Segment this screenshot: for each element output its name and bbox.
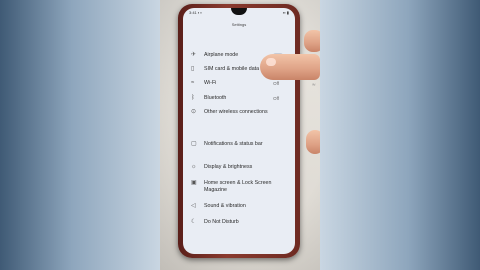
sim-card-icon: ▯ (191, 66, 195, 72)
settings-item-label: Other wireless connections (204, 109, 268, 115)
page-title: Settings (231, 22, 247, 27)
brightness-icon: ☼ (191, 164, 197, 170)
fingernail (266, 58, 276, 66)
status-time: 3:41 ▪ ▪ (189, 10, 202, 15)
wireless-icon: ⊙ (191, 109, 197, 115)
hand-finger-top (304, 30, 320, 52)
sound-icon: ◁ (191, 203, 196, 209)
bluetooth-status: Off (273, 96, 279, 101)
settings-item-label: Bluetooth (204, 95, 227, 101)
smartphone: 3:41 ▪ ▪ ▪▪ ▮ Settings ✈ Airplane mode ▯… (178, 4, 300, 258)
settings-item-label: Display & brightness (204, 164, 253, 170)
bluetooth-icon: ᛒ (191, 95, 195, 101)
paper-writing: ≈ (311, 82, 316, 88)
blurred-right-background (320, 0, 480, 270)
hand-finger-bottom (306, 130, 320, 154)
settings-item-label: Sound & vibration (204, 203, 246, 209)
settings-item-label: Do Not Disturb (204, 219, 239, 225)
settings-item-label: Wi-Fi (204, 80, 217, 86)
wifi-status: Off (273, 81, 279, 86)
settings-item-label: Home screen & Lock Screen Magazine (204, 180, 272, 193)
status-icons: ▪▪ ▮ (282, 10, 289, 15)
wifi-icon: ≈ (191, 80, 195, 86)
notification-icon: ▢ (191, 141, 197, 147)
phone-screen: 3:41 ▪ ▪ ▪▪ ▮ Settings ✈ Airplane mode ▯… (183, 8, 295, 254)
moon-icon: ☾ (191, 219, 197, 225)
home-screen-icon: ▣ (191, 180, 197, 186)
photo-scene: ≈ 3:41 ▪ ▪ ▪▪ ▮ Settings ✈ Airplane mode… (160, 0, 320, 270)
blurred-left-background (0, 0, 160, 270)
settings-item-label: Notifications & status bar (204, 141, 263, 147)
status-bar: 3:41 ▪ ▪ ▪▪ ▮ (189, 10, 289, 18)
airplane-icon: ✈ (191, 52, 197, 58)
